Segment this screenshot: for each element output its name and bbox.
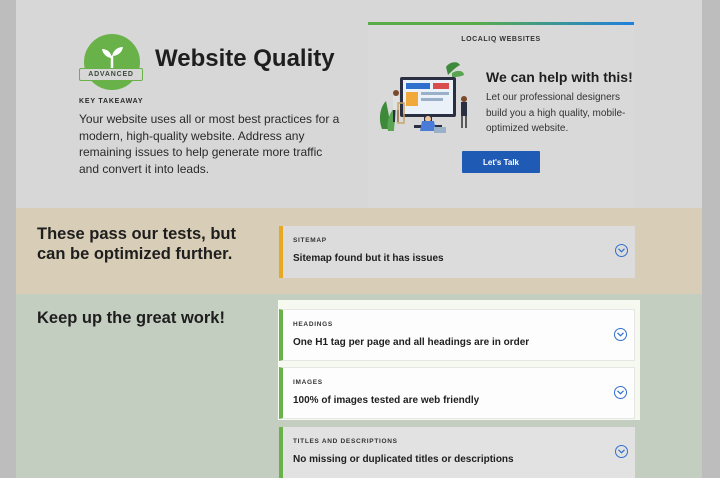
great-work-heading: Keep up the great work! xyxy=(37,309,225,327)
expand-button[interactable] xyxy=(615,445,628,458)
advanced-badge xyxy=(84,34,140,90)
titles-descriptions-card[interactable]: TITLES AND DESCRIPTIONS No missing or du… xyxy=(279,427,635,478)
promo-body: Let our professional designers build you… xyxy=(486,92,626,134)
chevron-down-icon xyxy=(618,449,625,454)
optimize-section: These pass our tests, but can be optimiz… xyxy=(16,208,702,294)
promo-card: LOCALIQ WEBSITES We can help with this! … xyxy=(368,22,634,211)
designers-illustration xyxy=(379,62,467,133)
chevron-down-icon xyxy=(618,248,625,253)
chevron-down-icon xyxy=(617,332,624,337)
card-text: 100% of images tested are web friendly xyxy=(293,395,480,406)
chevron-down-icon xyxy=(617,390,624,395)
card-kicker: SITEMAP xyxy=(293,237,327,244)
promo-heading: We can help with this! xyxy=(486,69,633,85)
lets-talk-button[interactable]: Let's Talk xyxy=(462,151,540,173)
promo-kicker: LOCALIQ WEBSITES xyxy=(461,36,541,43)
report-page: ADVANCED Website Quality KEY TAKEAWAY Yo… xyxy=(16,0,702,478)
key-takeaway-label: KEY TAKEAWAY xyxy=(79,98,144,105)
expand-button[interactable] xyxy=(614,328,627,341)
expand-button[interactable] xyxy=(614,386,627,399)
card-kicker: IMAGES xyxy=(293,379,323,386)
headings-card[interactable]: HEADINGS One H1 tag per page and all hea… xyxy=(279,309,635,361)
card-kicker: HEADINGS xyxy=(293,321,333,328)
optimize-heading: These pass our tests, but can be optimiz… xyxy=(37,225,236,263)
key-takeaway-text: Your website uses all or most best pract… xyxy=(79,112,340,176)
sitemap-card[interactable]: SITEMAP Sitemap found but it has issues xyxy=(279,226,635,278)
badge-label: ADVANCED xyxy=(79,68,143,81)
card-text: Sitemap found but it has issues xyxy=(293,253,444,264)
card-text: One H1 tag per page and all headings are… xyxy=(293,337,530,348)
card-text: No missing or duplicated titles or descr… xyxy=(293,454,514,465)
expand-button[interactable] xyxy=(615,244,628,257)
images-card[interactable]: IMAGES 100% of images tested are web fri… xyxy=(279,367,635,419)
page-title: Website Quality xyxy=(155,45,335,72)
website-quality-section: ADVANCED Website Quality KEY TAKEAWAY Yo… xyxy=(16,0,702,211)
card-kicker: TITLES AND DESCRIPTIONS xyxy=(293,438,398,445)
